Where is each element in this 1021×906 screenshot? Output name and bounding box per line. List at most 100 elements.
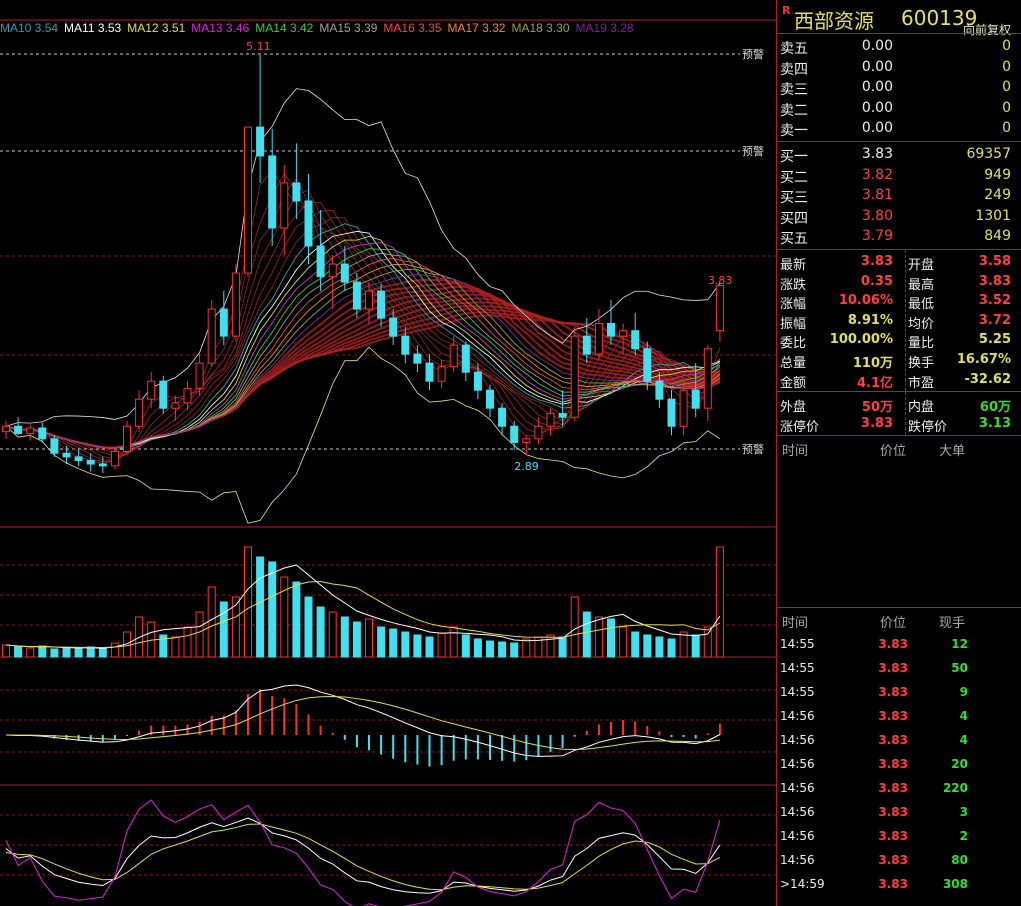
ma-line [5, 278, 721, 449]
candle-body [715, 285, 724, 332]
level-label: 卖三 [780, 82, 808, 99]
candle-body [2, 425, 10, 433]
kline-chart[interactable]: 预警预警预警5.112.893.83 [0, 0, 776, 906]
candle-body [171, 402, 180, 409]
col-time: 时间 [782, 444, 809, 460]
volume-bar [86, 646, 95, 658]
volume-bar [449, 626, 458, 658]
volume-bar [74, 648, 83, 658]
candle-body [316, 245, 325, 278]
candle-body [292, 182, 301, 202]
buy-order-row[interactable]: 买一 3.83 69357 [777, 144, 1021, 165]
volume-bar [401, 631, 410, 658]
candle-body [570, 335, 579, 418]
stat-row: 委比 100.00% 量比 5.25 [777, 330, 1021, 351]
volume-bar [98, 647, 107, 658]
tick-time: 14:56 [780, 781, 815, 796]
stat-value: 3.13 [978, 415, 1011, 431]
volume-bar [558, 636, 567, 658]
order-price: 3.79 [861, 228, 893, 245]
volume-bar [715, 546, 724, 658]
volume-bar [62, 647, 71, 658]
tick-volume: 308 [942, 877, 968, 892]
volume-bar [486, 640, 494, 658]
order-volume: 0 [1002, 79, 1011, 96]
candle-body [437, 366, 446, 382]
stat-value: 4.1亿 [856, 375, 893, 391]
kdj-j-line [5, 799, 721, 906]
order-price: 0.00 [861, 79, 893, 96]
candle-body [231, 272, 240, 337]
stat-value: 5.25 [978, 332, 1011, 348]
volume-bar [546, 634, 555, 658]
ma-legend-item: MA18 3.30 [511, 21, 570, 35]
tick-price: 3.83 [878, 853, 908, 868]
tick-row: 14:56 3.83 4 [777, 704, 1021, 728]
sell-order-row[interactable]: 卖三 0.00 0 [777, 77, 1021, 98]
volume-bar [413, 634, 422, 658]
sell-order-row[interactable]: 卖二 0.00 0 [777, 98, 1021, 119]
col-time: 时间 [782, 616, 809, 632]
stat-value: 3.52 [978, 293, 1011, 309]
high-price-label: 5.11 [246, 40, 271, 53]
tick-row: 14:55 3.83 50 [777, 656, 1021, 680]
candle-body [473, 371, 482, 391]
stat-value: 3.72 [978, 312, 1011, 328]
stat-label: 涨停价 [780, 419, 820, 435]
volume-bar [510, 642, 519, 658]
ticks-panel: 时间 价位 现手 14:55 3.83 12 14:55 3.83 50 14:55 3.83… [777, 608, 1021, 896]
candle-body [135, 398, 144, 427]
stat-row: 涨跌 0.35 最高 3.83 [777, 272, 1021, 293]
candle-body [413, 353, 422, 364]
stat-label: 振幅 [780, 316, 807, 332]
candle-body [582, 335, 591, 355]
tick-row: >14:59 3.83 308 [777, 872, 1021, 896]
tick-volume: 4 [959, 709, 968, 724]
volume-bar [655, 636, 664, 658]
candle-body [62, 452, 71, 458]
level-label: 买三 [780, 190, 808, 207]
quote-panel: R 西部资源 600139 卖五 0.00 0 卖四 0.00 0 卖三 0.00 0 卖二 0.0… [776, 0, 1021, 906]
volume-bar [207, 586, 216, 658]
volume-bar [50, 648, 59, 658]
volume-bar [631, 631, 640, 658]
candle-body [304, 200, 313, 247]
candle-body [86, 459, 95, 465]
tick-price: 3.83 [878, 661, 908, 676]
volume-bar [473, 638, 482, 658]
alert-label: 预警 [742, 442, 764, 456]
stat-value: 100.00% [829, 332, 893, 348]
buy-order-row[interactable]: 买四 3.80 1301 [777, 206, 1021, 227]
buy-order-row[interactable]: 买三 3.81 249 [777, 185, 1021, 206]
volume-bar [110, 642, 119, 658]
buy-order-row[interactable]: 买二 3.82 949 [777, 165, 1021, 186]
tick-volume: 80 [951, 853, 968, 868]
volume-bar [570, 596, 579, 658]
volume-bar [643, 634, 652, 658]
sell-order-row[interactable]: 卖四 0.00 0 [777, 57, 1021, 78]
volume-bar [352, 621, 361, 658]
sell-orders: 卖五 0.00 0 卖四 0.00 0 卖三 0.00 0 卖二 0.00 0 卖一 0.00 0 [777, 34, 1021, 142]
band-line [5, 88, 721, 427]
stat-label: 涨跌 [780, 277, 807, 293]
ma-legend-item: MA19 3.28 [575, 21, 634, 35]
ticks-header: 时间 价位 现手 [777, 608, 1021, 632]
volume-bar [256, 556, 265, 658]
candle-body [510, 425, 519, 443]
ma14-line [5, 248, 721, 449]
margin-badge: R [782, 4, 791, 17]
stat-label: 最高 [908, 277, 935, 293]
tick-price: 3.83 [878, 757, 908, 772]
candle-body [123, 425, 131, 452]
volume-bar [461, 634, 470, 658]
tick-time: 14:55 [780, 685, 815, 700]
buy-order-row[interactable]: 买五 3.79 849 [777, 226, 1021, 247]
volume-bar [377, 626, 386, 658]
order-price: 0.00 [861, 99, 893, 116]
level-label: 卖二 [780, 102, 808, 119]
sell-order-row[interactable]: 卖五 0.00 0 [777, 36, 1021, 57]
volume-bar [389, 628, 398, 658]
stat-label: 换手 [908, 355, 935, 371]
volume-bar [437, 632, 446, 658]
sell-order-row[interactable]: 卖一 0.00 0 [777, 118, 1021, 139]
